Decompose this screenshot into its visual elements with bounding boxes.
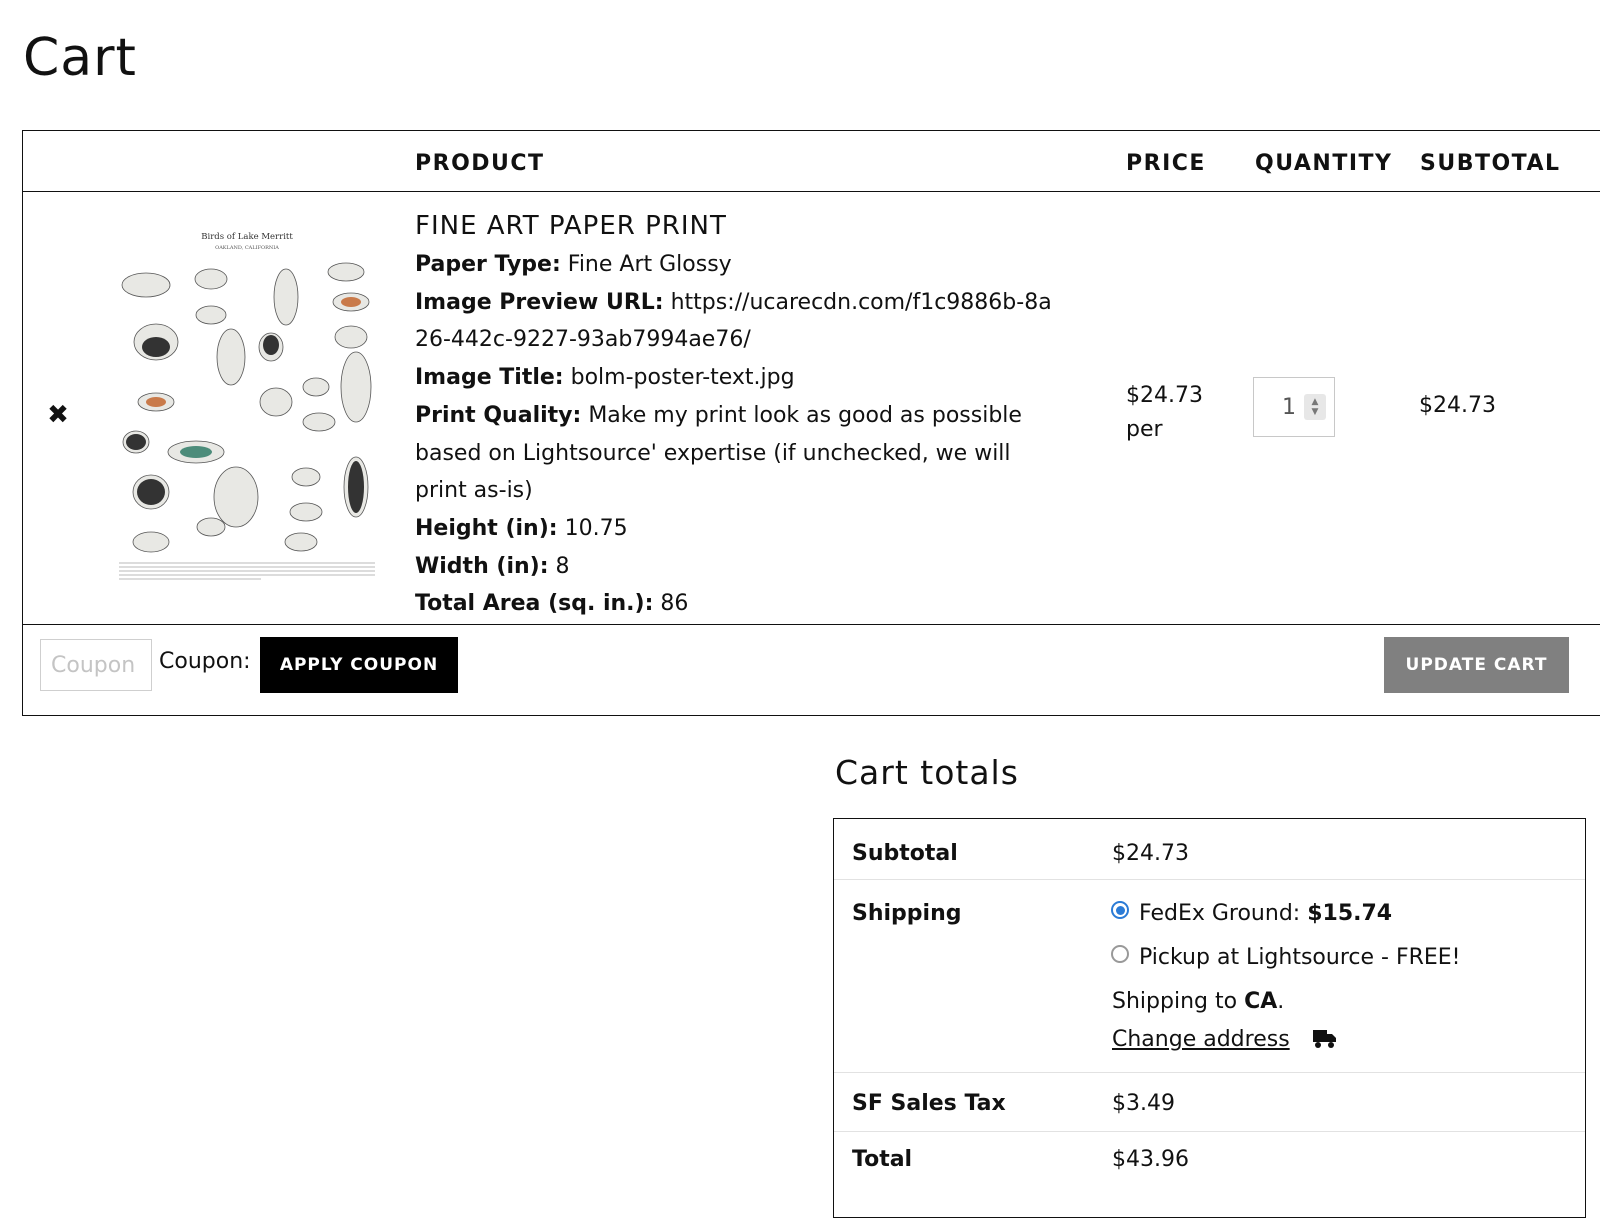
product-meta: Paper Type: Fine Art Glossy Image Previe… (415, 246, 1065, 623)
footer-divider (23, 624, 1600, 625)
page-title: Cart (23, 28, 137, 88)
row-divider (834, 879, 1585, 880)
quantity-input[interactable] (1264, 393, 1298, 421)
cart-table: PRODUCT PRICE QUANTITY SUBTOTAL ✖ Birds … (22, 130, 1600, 716)
cart-totals-table: Subtotal $24.73 Shipping FedEx Ground: $… (833, 818, 1586, 1218)
thumbnail-subtitle: OAKLAND, CALIFORNIA (215, 245, 279, 251)
price-amount: $24.73 (1126, 383, 1203, 408)
header-divider (23, 191, 1600, 192)
sales-tax-label: SF Sales Tax (852, 1091, 1006, 1116)
meta-image-title: Image Title: bolm-poster-text.jpg (415, 365, 795, 391)
item-price: $24.73 per (1126, 379, 1203, 447)
meta-print-quality: Print Quality: Make my print look as goo… (415, 402, 1022, 504)
truck-icon[interactable] (1312, 1027, 1338, 1049)
radio-pickup[interactable] (1111, 945, 1129, 963)
chevron-down-icon[interactable]: ▼ (1312, 407, 1319, 417)
meta-width: Width (in): 8 (415, 553, 570, 579)
header-subtotal: SUBTOTAL (1420, 151, 1561, 176)
subtotal-label: Subtotal (852, 841, 958, 866)
radio-fedex-ground[interactable] (1111, 901, 1129, 919)
header-quantity: QUANTITY (1255, 151, 1393, 176)
chevron-up-icon[interactable]: ▲ (1312, 397, 1319, 407)
meta-height: Height (in): 10.75 (415, 515, 628, 541)
total-label: Total (852, 1147, 913, 1172)
product-thumbnail[interactable]: Birds of Lake Merritt OAKLAND, CALIFORNI… (111, 227, 383, 587)
meta-image-preview-url: Image Preview URL: https://ucarecdn.com/… (415, 289, 1052, 353)
coupon-label: Coupon: (159, 649, 251, 674)
product-name[interactable]: FINE ART PAPER PRINT (415, 211, 727, 241)
sales-tax-value: $3.49 (1112, 1091, 1175, 1116)
shipping-option-fedex[interactable]: FedEx Ground: $15.74 (1139, 901, 1392, 926)
shipping-option-pickup[interactable]: Pickup at Lightsource - FREE! (1139, 945, 1461, 970)
meta-total-area: Total Area (sq. in.): 86 (415, 591, 689, 617)
quantity-stepper[interactable]: ▲ ▼ (1253, 377, 1335, 437)
header-price: PRICE (1126, 151, 1206, 176)
cart-totals-title: Cart totals (835, 753, 1019, 792)
shipping-label: Shipping (852, 901, 962, 926)
coupon-input[interactable] (40, 639, 152, 691)
total-value: $43.96 (1112, 1147, 1189, 1172)
row-divider (834, 1131, 1585, 1132)
apply-coupon-button[interactable]: APPLY COUPON (260, 637, 458, 693)
quantity-spin-buttons[interactable]: ▲ ▼ (1304, 394, 1326, 420)
remove-item-icon[interactable]: ✖ (44, 401, 72, 429)
change-address-link[interactable]: Change address (1112, 1027, 1290, 1052)
row-divider (834, 1072, 1585, 1073)
thumbnail-title: Birds of Lake Merritt (201, 232, 293, 242)
price-unit: per (1126, 417, 1163, 442)
shipping-destination: Shipping to CA. (1112, 989, 1285, 1014)
update-cart-button[interactable]: UPDATE CART (1384, 637, 1569, 693)
meta-paper-type: Paper Type: Fine Art Glossy (415, 252, 732, 277)
header-product: PRODUCT (415, 151, 545, 176)
item-subtotal: $24.73 (1419, 393, 1496, 418)
subtotal-value: $24.73 (1112, 841, 1189, 866)
